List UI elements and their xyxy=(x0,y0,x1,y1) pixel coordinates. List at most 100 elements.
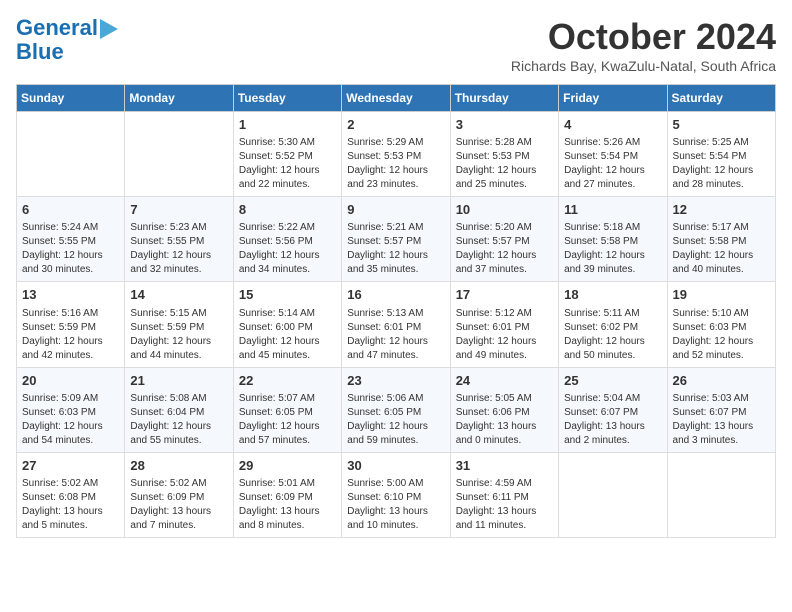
calendar-cell: 2 Sunrise: 5:29 AM Sunset: 5:53 PM Dayli… xyxy=(342,112,450,197)
daylight-text: Daylight: 12 hours and 45 minutes. xyxy=(239,336,320,361)
calendar-cell xyxy=(125,112,233,197)
weekday-header: Saturday xyxy=(667,85,775,112)
sunrise-text: Sunrise: 5:12 AM xyxy=(456,308,532,319)
weekday-header: Tuesday xyxy=(233,85,341,112)
daylight-text: Daylight: 12 hours and 55 minutes. xyxy=(130,421,211,446)
calendar-cell: 3 Sunrise: 5:28 AM Sunset: 5:53 PM Dayli… xyxy=(450,112,558,197)
calendar-cell xyxy=(559,452,667,537)
sunrise-text: Sunrise: 5:07 AM xyxy=(239,393,315,404)
daylight-text: Daylight: 12 hours and 52 minutes. xyxy=(673,336,754,361)
daylight-text: Daylight: 12 hours and 59 minutes. xyxy=(347,421,428,446)
sunrise-text: Sunrise: 5:24 AM xyxy=(22,222,98,233)
sunset-text: Sunset: 5:55 PM xyxy=(130,236,204,247)
location-subtitle: Richards Bay, KwaZulu-Natal, South Afric… xyxy=(511,58,776,74)
daylight-text: Daylight: 13 hours and 0 minutes. xyxy=(456,421,537,446)
calendar-cell: 25 Sunrise: 5:04 AM Sunset: 6:07 PM Dayl… xyxy=(559,367,667,452)
daylight-text: Daylight: 13 hours and 5 minutes. xyxy=(22,506,103,531)
calendar-cell: 28 Sunrise: 5:02 AM Sunset: 6:09 PM Dayl… xyxy=(125,452,233,537)
calendar-cell: 13 Sunrise: 5:16 AM Sunset: 5:59 PM Dayl… xyxy=(17,282,125,367)
calendar-cell: 15 Sunrise: 5:14 AM Sunset: 6:00 PM Dayl… xyxy=(233,282,341,367)
calendar-cell: 6 Sunrise: 5:24 AM Sunset: 5:55 PM Dayli… xyxy=(17,197,125,282)
sunset-text: Sunset: 6:08 PM xyxy=(22,492,96,503)
day-number: 8 xyxy=(239,201,336,219)
calendar-cell: 26 Sunrise: 5:03 AM Sunset: 6:07 PM Dayl… xyxy=(667,367,775,452)
day-number: 30 xyxy=(347,457,444,475)
sunrise-text: Sunrise: 5:05 AM xyxy=(456,393,532,404)
sunrise-text: Sunrise: 5:18 AM xyxy=(564,222,640,233)
sunrise-text: Sunrise: 5:23 AM xyxy=(130,222,206,233)
sunset-text: Sunset: 6:07 PM xyxy=(564,407,638,418)
weekday-header: Monday xyxy=(125,85,233,112)
sunrise-text: Sunrise: 5:06 AM xyxy=(347,393,423,404)
daylight-text: Daylight: 12 hours and 25 minutes. xyxy=(456,165,537,190)
daylight-text: Daylight: 12 hours and 37 minutes. xyxy=(456,250,537,275)
sunset-text: Sunset: 5:59 PM xyxy=(130,322,204,333)
calendar-cell: 17 Sunrise: 5:12 AM Sunset: 6:01 PM Dayl… xyxy=(450,282,558,367)
daylight-text: Daylight: 12 hours and 47 minutes. xyxy=(347,336,428,361)
calendar-cell: 23 Sunrise: 5:06 AM Sunset: 6:05 PM Dayl… xyxy=(342,367,450,452)
daylight-text: Daylight: 13 hours and 3 minutes. xyxy=(673,421,754,446)
day-number: 31 xyxy=(456,457,553,475)
daylight-text: Daylight: 12 hours and 28 minutes. xyxy=(673,165,754,190)
sunset-text: Sunset: 6:11 PM xyxy=(456,492,529,503)
sunrise-text: Sunrise: 5:04 AM xyxy=(564,393,640,404)
sunrise-text: Sunrise: 5:26 AM xyxy=(564,137,640,148)
calendar-cell: 11 Sunrise: 5:18 AM Sunset: 5:58 PM Dayl… xyxy=(559,197,667,282)
calendar-cell xyxy=(667,452,775,537)
sunset-text: Sunset: 6:09 PM xyxy=(239,492,313,503)
daylight-text: Daylight: 12 hours and 32 minutes. xyxy=(130,250,211,275)
sunset-text: Sunset: 5:53 PM xyxy=(347,151,421,162)
daylight-text: Daylight: 12 hours and 27 minutes. xyxy=(564,165,645,190)
sunrise-text: Sunrise: 5:00 AM xyxy=(347,478,423,489)
day-number: 21 xyxy=(130,372,227,390)
day-number: 23 xyxy=(347,372,444,390)
day-number: 27 xyxy=(22,457,119,475)
calendar-cell: 12 Sunrise: 5:17 AM Sunset: 5:58 PM Dayl… xyxy=(667,197,775,282)
weekday-header: Thursday xyxy=(450,85,558,112)
day-number: 12 xyxy=(673,201,770,219)
sunrise-text: Sunrise: 5:16 AM xyxy=(22,308,98,319)
sunset-text: Sunset: 6:01 PM xyxy=(347,322,421,333)
daylight-text: Daylight: 13 hours and 8 minutes. xyxy=(239,506,320,531)
calendar-cell: 5 Sunrise: 5:25 AM Sunset: 5:54 PM Dayli… xyxy=(667,112,775,197)
weekday-header: Wednesday xyxy=(342,85,450,112)
sunset-text: Sunset: 5:55 PM xyxy=(22,236,96,247)
day-number: 10 xyxy=(456,201,553,219)
day-number: 11 xyxy=(564,201,661,219)
sunset-text: Sunset: 6:03 PM xyxy=(673,322,747,333)
calendar-cell: 22 Sunrise: 5:07 AM Sunset: 6:05 PM Dayl… xyxy=(233,367,341,452)
day-number: 28 xyxy=(130,457,227,475)
sunrise-text: Sunrise: 5:01 AM xyxy=(239,478,315,489)
daylight-text: Daylight: 12 hours and 44 minutes. xyxy=(130,336,211,361)
calendar-cell: 18 Sunrise: 5:11 AM Sunset: 6:02 PM Dayl… xyxy=(559,282,667,367)
sunrise-text: Sunrise: 5:02 AM xyxy=(130,478,206,489)
daylight-text: Daylight: 12 hours and 57 minutes. xyxy=(239,421,320,446)
daylight-text: Daylight: 13 hours and 2 minutes. xyxy=(564,421,645,446)
day-number: 26 xyxy=(673,372,770,390)
sunset-text: Sunset: 5:59 PM xyxy=(22,322,96,333)
sunrise-text: Sunrise: 5:09 AM xyxy=(22,393,98,404)
day-number: 19 xyxy=(673,286,770,304)
daylight-text: Daylight: 13 hours and 11 minutes. xyxy=(456,506,537,531)
sunrise-text: Sunrise: 5:21 AM xyxy=(347,222,423,233)
calendar-cell: 10 Sunrise: 5:20 AM Sunset: 5:57 PM Dayl… xyxy=(450,197,558,282)
sunrise-text: Sunrise: 5:10 AM xyxy=(673,308,749,319)
sunrise-text: Sunrise: 5:29 AM xyxy=(347,137,423,148)
day-number: 3 xyxy=(456,116,553,134)
daylight-text: Daylight: 12 hours and 34 minutes. xyxy=(239,250,320,275)
logo: General Blue xyxy=(16,16,118,64)
calendar-cell: 21 Sunrise: 5:08 AM Sunset: 6:04 PM Dayl… xyxy=(125,367,233,452)
calendar-week-row: 1 Sunrise: 5:30 AM Sunset: 5:52 PM Dayli… xyxy=(17,112,776,197)
sunrise-text: Sunrise: 4:59 AM xyxy=(456,478,532,489)
day-number: 17 xyxy=(456,286,553,304)
sunset-text: Sunset: 6:10 PM xyxy=(347,492,421,503)
sunrise-text: Sunrise: 5:14 AM xyxy=(239,308,315,319)
sunset-text: Sunset: 5:53 PM xyxy=(456,151,530,162)
calendar-table: SundayMondayTuesdayWednesdayThursdayFrid… xyxy=(16,84,776,538)
calendar-cell: 1 Sunrise: 5:30 AM Sunset: 5:52 PM Dayli… xyxy=(233,112,341,197)
sunset-text: Sunset: 5:57 PM xyxy=(347,236,421,247)
calendar-cell: 24 Sunrise: 5:05 AM Sunset: 6:06 PM Dayl… xyxy=(450,367,558,452)
day-number: 6 xyxy=(22,201,119,219)
sunrise-text: Sunrise: 5:17 AM xyxy=(673,222,749,233)
sunset-text: Sunset: 5:52 PM xyxy=(239,151,313,162)
